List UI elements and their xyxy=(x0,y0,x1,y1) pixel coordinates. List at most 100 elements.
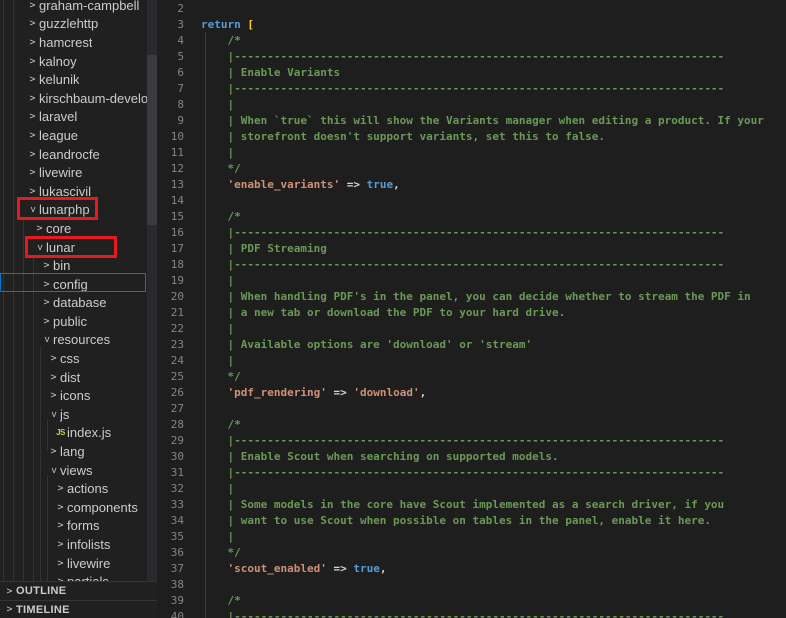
code-line[interactable]: 31 |------------------------------------… xyxy=(157,464,786,480)
tree-item-laravel[interactable]: > laravel xyxy=(0,108,157,127)
code-editor[interactable]: 2 3 return [4 /* 5 |-----------------------… xyxy=(157,0,786,618)
code-line[interactable]: 19 | xyxy=(157,272,786,288)
tree-item-index-js[interactable]: JS index.js xyxy=(0,424,157,443)
tree-item-public[interactable]: > public xyxy=(0,312,157,331)
code-line[interactable]: 10 | storefront doesn't support variants… xyxy=(157,128,786,144)
tree-item-guzzlehttp[interactable]: > guzzlehttp xyxy=(0,15,157,34)
tree-item-kirschbaum-develop[interactable]: > kirschbaum-develop... xyxy=(0,89,157,108)
chevron-down-icon: > xyxy=(41,336,52,343)
code-line[interactable]: 11 | xyxy=(157,144,786,160)
code-line[interactable]: 38 xyxy=(157,576,786,592)
code-line[interactable]: 25 */ xyxy=(157,368,786,384)
tree-item-label: lukascivil xyxy=(39,183,92,199)
code-token: | xyxy=(201,353,235,367)
code-line[interactable]: 37 'scout_enabled' => true, xyxy=(157,560,786,576)
tree-item-label: views xyxy=(60,462,93,478)
code-line[interactable]: 26 'pdf_rendering' => 'download', xyxy=(157,384,786,400)
tree-item-components[interactable]: > components xyxy=(0,498,157,517)
tree-item-kalnoy[interactable]: > kalnoy xyxy=(0,52,157,71)
code-line[interactable]: 4 /* xyxy=(157,32,786,48)
tree-item-actions[interactable]: > actions xyxy=(0,479,157,498)
tree-item-leandrocfe[interactable]: > leandrocfe xyxy=(0,145,157,164)
tree-item-dist[interactable]: > dist xyxy=(0,368,157,387)
chevron-down-icon: > xyxy=(48,467,59,474)
editor-code-area[interactable]: 2 3 return [4 /* 5 |-----------------------… xyxy=(157,0,786,618)
code-line[interactable]: 27 xyxy=(157,400,786,416)
code-line[interactable]: 39 /* xyxy=(157,592,786,608)
tree-item-livewire[interactable]: > livewire xyxy=(0,554,157,573)
chevron-right-icon: > xyxy=(29,36,36,48)
code-line[interactable]: 28 /* xyxy=(157,416,786,432)
tree-item-forms[interactable]: > forms xyxy=(0,517,157,536)
code-token: | Available options are 'download' or 's… xyxy=(201,337,533,351)
tree-item-config[interactable]: > config xyxy=(0,275,157,294)
code-line[interactable]: 7 |-------------------------------------… xyxy=(157,80,786,96)
tree-item-graham-campbell[interactable]: > graham-campbell xyxy=(0,0,157,15)
code-line[interactable]: 30 | Enable Scout when searching on supp… xyxy=(157,448,786,464)
code-line[interactable]: 14 xyxy=(157,192,786,208)
outline-label: OUTLINE xyxy=(16,585,67,597)
code-line[interactable]: 2 xyxy=(157,0,786,16)
code-line[interactable]: 12 */ xyxy=(157,160,786,176)
tree-item-lunarphp[interactable]: > lunarphp xyxy=(0,201,157,220)
code-line[interactable]: 18 |------------------------------------… xyxy=(157,256,786,272)
sidebar-scrollbar-thumb[interactable] xyxy=(147,55,157,225)
vscode-window: > graham-campbell > guzzlehttp > hamcrest > kal… xyxy=(0,0,786,618)
code-line[interactable]: 34 | want to use Scout when possible on … xyxy=(157,512,786,528)
code-token: |---------------------------------------… xyxy=(201,49,725,63)
code-line[interactable]: 33 | Some models in the core have Scout … xyxy=(157,496,786,512)
sidebar-scrollbar[interactable] xyxy=(147,0,157,583)
code-text: |---------------------------------------… xyxy=(184,258,724,271)
code-line[interactable]: 24 | xyxy=(157,352,786,368)
tree-item-livewire[interactable]: > livewire xyxy=(0,163,157,182)
code-line[interactable]: 20 | When handling PDF's in the panel, y… xyxy=(157,288,786,304)
code-line[interactable]: 35 | xyxy=(157,528,786,544)
line-number: 8 xyxy=(177,97,184,111)
code-token: , xyxy=(419,385,427,399)
code-token: |---------------------------------------… xyxy=(201,257,725,271)
tree-item-hamcrest[interactable]: > hamcrest xyxy=(0,33,157,52)
code-line[interactable]: 23 | Available options are 'download' or… xyxy=(157,336,786,352)
line-number: 38 xyxy=(170,577,184,591)
code-line[interactable]: 22 | xyxy=(157,320,786,336)
code-line[interactable]: 15 /* xyxy=(157,208,786,224)
timeline-section-header[interactable]: > TIMELINE xyxy=(0,600,157,618)
code-line[interactable]: 36 */ xyxy=(157,544,786,560)
code-line[interactable]: 21 | a new tab or download the PDF to yo… xyxy=(157,304,786,320)
code-text: | storefront doesn't support variants, s… xyxy=(184,130,605,143)
code-token: => xyxy=(333,561,347,575)
tree-item-core[interactable]: > core xyxy=(0,219,157,238)
tree-item-lang[interactable]: > lang xyxy=(0,442,157,461)
tree-item-css[interactable]: > css xyxy=(0,349,157,368)
tree-item-lukascivil[interactable]: > lukascivil xyxy=(0,182,157,201)
code-token: => xyxy=(333,385,347,399)
code-line[interactable]: 16 |------------------------------------… xyxy=(157,224,786,240)
code-line[interactable]: 17 | PDF Streaming xyxy=(157,240,786,256)
code-line[interactable]: 8 | xyxy=(157,96,786,112)
code-line[interactable]: 5 |-------------------------------------… xyxy=(157,48,786,64)
code-line[interactable]: 13 'enable_variants' => true, xyxy=(157,176,786,192)
tree-item-views[interactable]: > views xyxy=(0,461,157,480)
code-line[interactable]: 6 | Enable Variants xyxy=(157,64,786,80)
code-line[interactable]: 40 |------------------------------------… xyxy=(157,608,786,618)
tree-item-database[interactable]: > database xyxy=(0,294,157,313)
code-text: | want to use Scout when possible on tab… xyxy=(184,514,710,527)
code-line[interactable]: 32 | xyxy=(157,480,786,496)
code-line[interactable]: 29 |------------------------------------… xyxy=(157,432,786,448)
outline-section-header[interactable]: > OUTLINE xyxy=(0,581,157,600)
tree-item-js[interactable]: > js xyxy=(0,405,157,424)
tree-item-bin[interactable]: > bin xyxy=(0,256,157,275)
code-line[interactable]: 3 return [ xyxy=(157,16,786,32)
tree-item-lunar[interactable]: > lunar xyxy=(0,238,157,257)
line-number: 34 xyxy=(170,513,184,527)
code-line[interactable]: 9 | When `true` this will show the Varia… xyxy=(157,112,786,128)
tree-item-infolists[interactable]: > infolists xyxy=(0,535,157,554)
tree-item-league[interactable]: > league xyxy=(0,126,157,145)
tree-item-icons[interactable]: > icons xyxy=(0,386,157,405)
line-number: 20 xyxy=(170,289,184,303)
line-number: 23 xyxy=(170,337,184,351)
tree-item-kelunik[interactable]: > kelunik xyxy=(0,70,157,89)
tree-item-resources[interactable]: > resources xyxy=(0,331,157,350)
